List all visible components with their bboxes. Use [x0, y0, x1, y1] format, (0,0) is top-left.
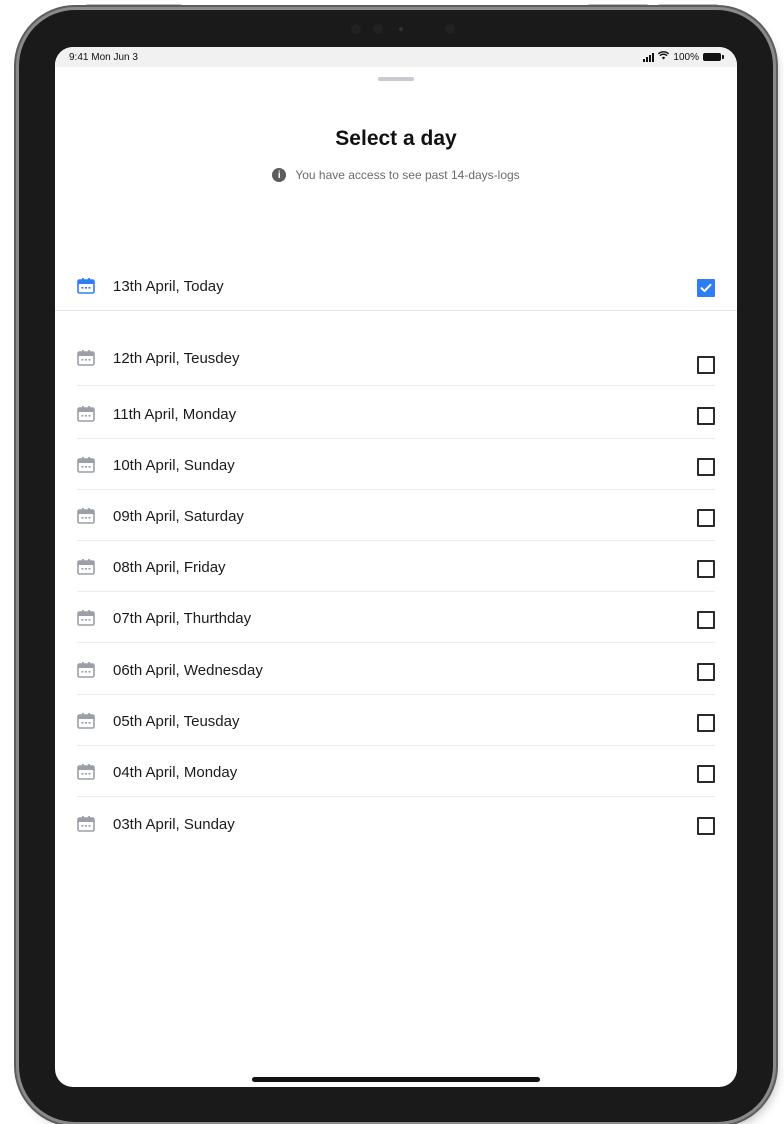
status-indicators: 100%	[643, 51, 724, 63]
day-label: 09th April, Saturday	[113, 507, 244, 525]
day-row[interactable]: 11th April, Monday	[77, 403, 717, 425]
home-indicator[interactable]	[252, 1077, 540, 1082]
sheet-grabber[interactable]	[378, 77, 414, 81]
checkbox[interactable]	[697, 407, 715, 425]
day-row[interactable]: 07th April, Thurthday	[77, 607, 717, 629]
status-time: 9:41 Mon Jun 3	[69, 52, 138, 63]
camera-icon	[445, 24, 455, 34]
day-label: 07th April, Thurthday	[113, 609, 252, 627]
day-row[interactable]: 08th April, Friday	[77, 556, 717, 578]
checkbox[interactable]	[697, 458, 715, 476]
screen: 9:41 Mon Jun 3 100% Select a day i You h…	[55, 47, 737, 1087]
day-row[interactable]: 04th April, Monday	[77, 761, 717, 783]
status-bar: 9:41 Mon Jun 3 100%	[55, 47, 737, 67]
day-label: 11th April, Monday	[113, 405, 237, 423]
calendar-icon	[77, 662, 95, 678]
row-divider	[77, 591, 715, 592]
battery-percent: 100%	[673, 51, 699, 63]
calendar-icon	[77, 816, 95, 832]
row-divider	[77, 796, 715, 797]
checkbox[interactable]	[697, 611, 715, 629]
info-icon: i	[272, 168, 287, 182]
checkbox[interactable]	[697, 356, 715, 374]
row-divider	[77, 745, 715, 746]
checkbox[interactable]	[697, 509, 715, 527]
day-row[interactable]: 06th April, Wednesday	[77, 659, 717, 681]
calendar-icon	[77, 559, 95, 575]
calendar-icon	[77, 508, 95, 524]
day-label: 06th April, Wednesday	[113, 661, 263, 679]
day-row[interactable]: 05th April, Teusday	[77, 710, 717, 732]
checkmark-icon	[700, 283, 712, 292]
battery-icon	[703, 53, 724, 61]
sheet-title: Select a day	[335, 127, 457, 150]
row-divider	[77, 540, 715, 541]
day-row[interactable]: 09th April, Saturday	[77, 505, 717, 527]
calendar-icon	[77, 610, 95, 626]
day-label: 04th April, Monday	[113, 763, 238, 781]
sensor-dot	[399, 27, 403, 31]
checkbox[interactable]	[697, 714, 715, 732]
checkbox[interactable]	[697, 663, 715, 681]
day-row-today[interactable]: 13th April, Today	[77, 275, 717, 297]
calendar-icon	[77, 764, 95, 780]
day-row[interactable]: 12th April, Teusdey	[77, 347, 717, 374]
checkbox[interactable]	[697, 765, 715, 783]
calendar-icon	[77, 713, 95, 729]
stage: 9:41 Mon Jun 3 100% Select a day i You h…	[0, 0, 784, 1124]
checkbox-checked[interactable]	[697, 279, 715, 297]
tablet-device: 9:41 Mon Jun 3 100% Select a day i You h…	[19, 10, 773, 1122]
day-label: 05th April, Teusday	[113, 712, 240, 730]
day-row[interactable]: 03th April, Sunday	[77, 813, 717, 835]
day-label: 03th April, Sunday	[113, 815, 235, 833]
day-label: 12th April, Teusdey	[113, 349, 240, 367]
calendar-icon	[77, 406, 95, 422]
access-notice-text: You have access to see past 14-days-logs	[295, 168, 520, 182]
day-label: 13th April, Today	[113, 277, 224, 295]
checkbox[interactable]	[697, 560, 715, 578]
day-row[interactable]: 10th April, Sunday	[77, 454, 717, 476]
row-divider	[77, 438, 715, 439]
day-label: 08th April, Friday	[113, 558, 226, 576]
wifi-icon	[658, 51, 670, 63]
access-notice: i You have access to see past 14-days-lo…	[55, 168, 737, 182]
calendar-icon	[77, 457, 95, 473]
row-divider	[77, 694, 715, 695]
row-divider	[77, 489, 715, 490]
calendar-icon	[77, 350, 95, 366]
today-divider	[55, 310, 737, 311]
sensor-dot	[373, 24, 383, 34]
sensor-dot	[351, 24, 361, 34]
row-divider	[77, 642, 715, 643]
day-label: 10th April, Sunday	[113, 456, 235, 474]
row-divider	[77, 385, 715, 386]
checkbox[interactable]	[697, 817, 715, 835]
signal-icon	[643, 52, 655, 62]
calendar-icon	[77, 278, 95, 294]
